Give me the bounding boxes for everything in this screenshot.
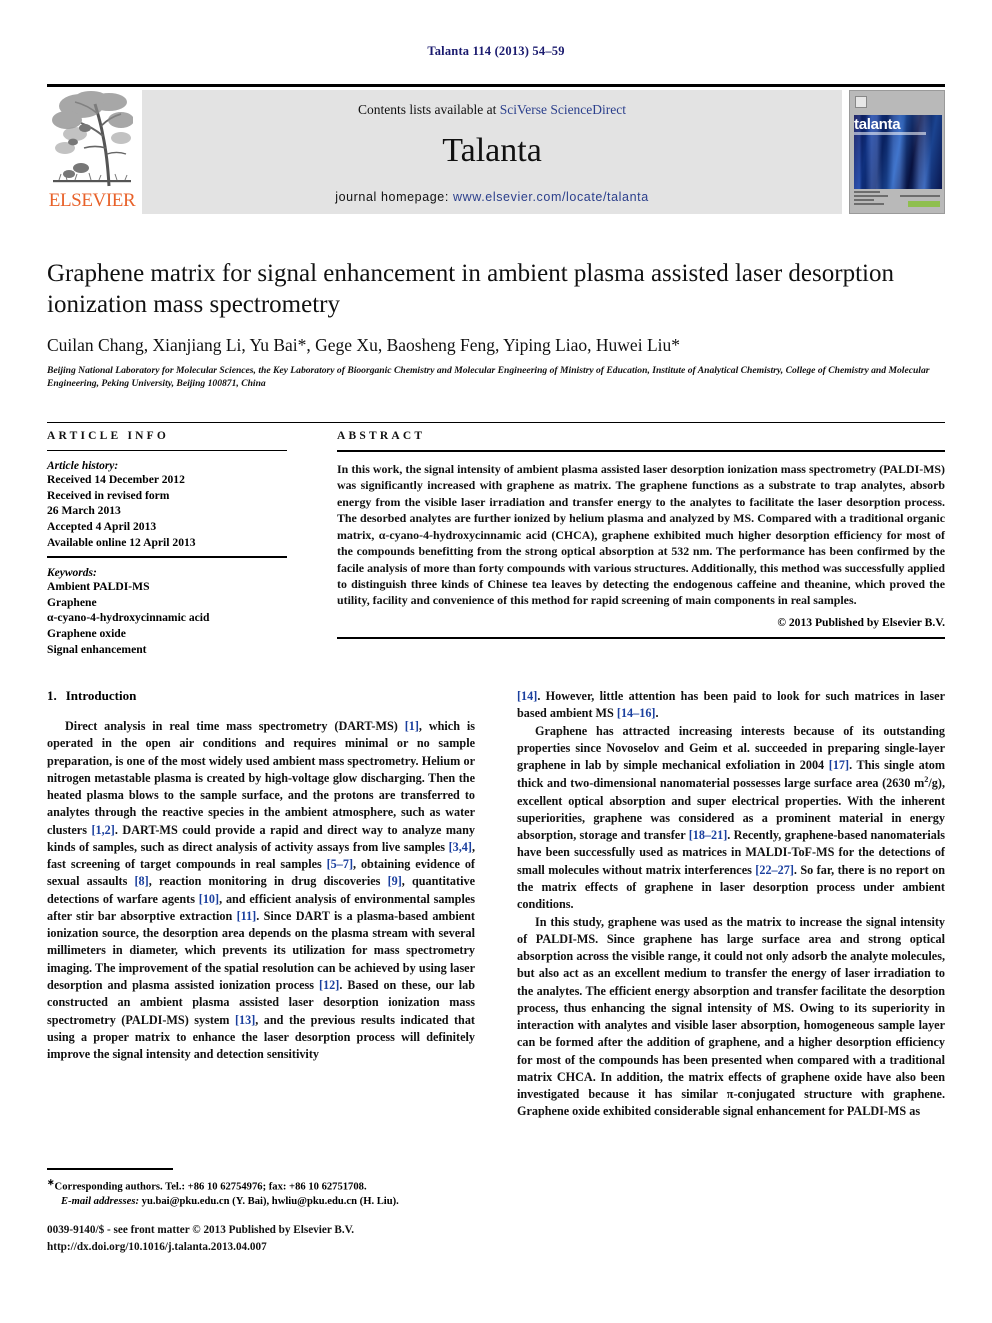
page-title: Graphene matrix for signal enhancement i…	[47, 260, 894, 319]
email-label: E-mail addresses:	[61, 1196, 139, 1208]
journal-title: Talanta	[442, 132, 542, 169]
citation-ref[interactable]: [1,2]	[91, 823, 114, 837]
journal-cover-thumbnail: talanta	[849, 90, 945, 214]
title-block: Graphene matrix for signal enhancement i…	[47, 258, 945, 391]
abstract-heading: ABSTRACT	[337, 430, 426, 442]
contents-lists-line: Contents lists available at SciVerse Sci…	[142, 102, 842, 118]
issn-line: 0039-9140/$ - see front matter © 2013 Pu…	[47, 1224, 355, 1236]
paragraph-intro-3: In this study, graphene was used as the …	[517, 914, 945, 1119]
journal-article-page: Talanta 114 (2013) 54–59 ELSEVIER Conten…	[0, 0, 992, 1323]
body-column-right: [14]. However, little attention has been…	[517, 688, 945, 1121]
band-top-rule	[47, 422, 945, 423]
abstract-text: In this work, the signal intensity of am…	[337, 462, 945, 608]
history-item: Received in revised form	[47, 488, 170, 502]
history-item: Received 14 December 2012	[47, 473, 185, 486]
keywords-rule	[47, 556, 287, 559]
article-info-heading: ARTICLE INFO	[47, 430, 170, 442]
journal-masthead: ELSEVIER Contents lists available at Sci…	[47, 84, 945, 214]
cover-wordmark: talanta	[854, 116, 901, 133]
footnote-text: ∗Corresponding authors. Tel.: +86 10 627…	[47, 1176, 475, 1210]
citation-ref[interactable]: [13]	[235, 1013, 255, 1027]
homepage-url-link[interactable]: www.elsevier.com/locate/talanta	[453, 190, 649, 204]
citation-ref[interactable]: [5–7]	[327, 857, 353, 871]
keyword-item: Ambient PALDI-MS	[47, 580, 150, 594]
corresponding-text: Corresponding authors. Tel.: +86 10 6275…	[54, 1181, 367, 1193]
footnote-rule	[47, 1168, 173, 1170]
colophon: 0039-9140/$ - see front matter © 2013 Pu…	[47, 1222, 517, 1256]
abstract-bottom-rule	[337, 636, 945, 639]
text-run: Direct analysis in real time mass spectr…	[65, 719, 405, 733]
elsevier-logo: ELSEVIER	[47, 90, 137, 214]
affiliation: Beijing National Laboratory for Molecula…	[47, 364, 930, 390]
author-list: Cuilan Chang, Xianjiang Li, Yu Bai*, Geg…	[47, 334, 680, 355]
keyword-item: Graphene oxide	[47, 627, 126, 641]
cover-tagline-rule	[854, 132, 926, 135]
citation-ref[interactable]: [22–27]	[755, 863, 794, 877]
history-item: Accepted 4 April 2013	[47, 519, 157, 533]
asterisk-icon: ∗	[47, 1176, 55, 1187]
paragraph-intro-1: Direct analysis in real time mass spectr…	[47, 718, 475, 1063]
citation-ref[interactable]: [8]	[135, 874, 149, 888]
keywords-label: Keywords:	[47, 567, 97, 580]
citation-ref[interactable]: [11]	[237, 909, 257, 923]
citation-ref[interactable]: [17]	[829, 758, 849, 772]
cover-footer	[854, 189, 942, 210]
citation-ref[interactable]: [14]	[517, 689, 537, 703]
elsevier-wordmark: ELSEVIER	[48, 190, 136, 211]
article-info-column: ARTICLE INFO Article history: Received 1…	[47, 430, 287, 657]
section-heading-introduction: 1. Introduction	[47, 688, 475, 704]
article-info-rule	[47, 450, 287, 451]
sciencedirect-link[interactable]: SciVerse ScienceDirect	[500, 102, 626, 117]
contents-prefix: Contents lists available at	[357, 102, 500, 117]
citation-ref[interactable]: [12]	[319, 978, 339, 992]
keyword-item: Graphene	[47, 595, 97, 609]
text-run: . However, little attention has been pai…	[517, 689, 945, 721]
citation-ref[interactable]: [1]	[405, 719, 419, 733]
text-run: , which is operated in the open air cond…	[47, 719, 475, 837]
elsevier-tree-icon	[51, 90, 133, 188]
journal-homepage-line: journal homepage: www.elsevier.com/locat…	[142, 190, 842, 204]
section-number: 1.	[47, 688, 57, 703]
paragraph-intro-continuation: [14]. However, little attention has been…	[517, 688, 945, 723]
doi-line[interactable]: http://dx.doi.org/10.1016/j.talanta.2013…	[47, 1239, 517, 1256]
article-history-list: Received 14 December 2012 Received in re…	[47, 472, 287, 550]
keyword-item: Signal enhancement	[47, 642, 147, 656]
citation-ref[interactable]: [18–21]	[689, 828, 728, 842]
homepage-prefix: journal homepage:	[335, 190, 454, 204]
history-item: 26 March 2013	[47, 504, 121, 518]
cover-green-badge	[908, 201, 940, 207]
abstract-column: ABSTRACT In this work, the signal intens…	[337, 430, 945, 648]
section-title: Introduction	[65, 688, 137, 703]
abstract-rule	[337, 450, 945, 452]
citation-ref[interactable]: [9]	[388, 874, 402, 888]
corresponding-author-footnote: ∗Corresponding authors. Tel.: +86 10 627…	[47, 1168, 475, 1209]
citation-ref[interactable]: [14–16]	[617, 706, 656, 720]
abstract-copyright: © 2013 Published by Elsevier B.V.	[777, 615, 945, 629]
masthead-center-band: Contents lists available at SciVerse Sci…	[142, 90, 842, 214]
citation-ref[interactable]: [3,4]	[449, 840, 472, 854]
keywords-list: Ambient PALDI-MS Graphene α-cyano-4-hydr…	[47, 579, 287, 657]
text-run: , reaction monitoring in drug discoverie…	[148, 874, 388, 889]
citation-ref[interactable]: [10]	[199, 892, 219, 906]
running-head: Talanta 114 (2013) 54–59	[427, 44, 565, 58]
cover-logo-box	[855, 96, 867, 108]
masthead-top-rule	[47, 84, 945, 87]
article-history-label: Article history:	[47, 460, 119, 472]
paragraph-intro-2: Graphene has attracted increasing intere…	[517, 723, 945, 914]
keyword-item: α-cyano-4-hydroxycinnamic acid	[47, 611, 210, 625]
text-run: .	[655, 706, 659, 721]
history-item: Available online 12 April 2013	[47, 535, 196, 549]
email-addresses[interactable]: yu.bai@pku.edu.cn (Y. Bai), hwliu@pku.ed…	[142, 1196, 399, 1207]
body-column-left: 1. Introduction Direct analysis in real t…	[47, 688, 475, 1063]
